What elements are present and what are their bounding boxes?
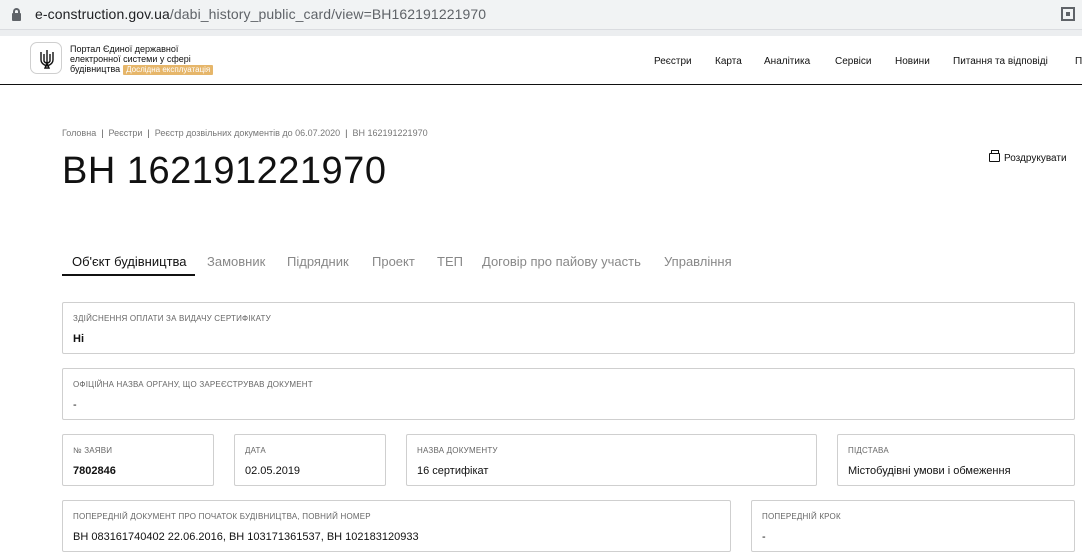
browser-address-bar[interactable]: e-construction.gov.ua/dabi_history_publi… [0,0,1082,30]
nav-news[interactable]: Новини [895,56,930,67]
tab-contractor[interactable]: Підрядник [287,254,349,269]
field-value: 02.05.2019 [245,465,301,477]
field-value: Ні [73,333,84,345]
breadcrumb: Головна | Реєстри | Реєстр дозвільних докуме… [62,128,428,138]
field-application-no: № заяви 7802846 [62,434,214,486]
url-host: e-construction.gov.ua [35,6,170,22]
portal-line2: електронної системи у сфері [70,54,191,64]
field-previous-document: Попередній документ про початок будівниц… [62,500,731,552]
trial-badge: Дослідна експлуатація [123,65,214,75]
field-previous-step: Попередній крок - [751,500,1075,552]
breadcrumb-register[interactable]: Реєстр дозвільних документів до 06.07.20… [155,128,340,138]
active-tab-underline [62,274,195,276]
breadcrumb-registries[interactable]: Реєстри [109,128,143,138]
field-date: Дата 02.05.2019 [234,434,386,486]
breadcrumb-separator: | [147,128,150,138]
field-label: Назва документу [417,446,498,455]
tab-project[interactable]: Проект [372,254,415,269]
breadcrumb-current: ВН 162191221970 [352,128,428,138]
field-value: 7802846 [73,465,116,477]
field-value: Містобудівні умови і обмеження [848,465,1011,477]
breadcrumb-separator: | [101,128,104,138]
field-value: - [762,531,766,543]
field-label: Офіційна назва органу, що зареєстрував д… [73,380,313,389]
tab-tep[interactable]: ТЕП [437,254,463,269]
field-value: ВН 083161740402 22.06.2016, ВН 103171361… [73,531,419,543]
nav-analytics[interactable]: Аналітика [764,56,810,67]
portal-line3: будівництва [70,64,121,74]
nav-registries[interactable]: Реєстри [654,56,692,67]
qr-code-icon[interactable] [1061,7,1075,21]
nav-services[interactable]: Сервіси [835,56,871,67]
field-label: Дата [245,446,266,455]
breadcrumb-separator: | [345,128,348,138]
tab-construction-object[interactable]: Об'єкт будівництва [72,254,187,269]
page-title: ВН 162191221970 [62,150,387,192]
field-label: Попередній крок [762,512,841,521]
tab-management[interactable]: Управління [664,254,732,269]
lock-icon[interactable] [12,8,21,21]
field-label: Підстава [848,446,889,455]
field-value: 16 сертифікат [417,465,489,477]
field-label: Попередній документ про початок будівниц… [73,512,371,521]
field-document-name: Назва документу 16 сертифікат [406,434,817,486]
trident-logo-icon[interactable] [30,42,62,74]
portal-name[interactable]: Портал Єдиної державної електронної сист… [70,44,214,75]
nav-more[interactable]: П [1075,56,1082,67]
field-value: - [73,399,77,411]
print-label: Роздрукувати [1004,153,1067,164]
portal-line1: Портал Єдиної державної [70,44,179,54]
nav-faq[interactable]: Питання та відповіді [953,56,1048,67]
tab-share-agreement[interactable]: Договір про пайову участь [482,254,641,269]
site-header: Портал Єдиної державної електронної сист… [0,36,1082,85]
field-basis: Підстава Містобудівні умови і обмеження [837,434,1075,486]
url-text[interactable]: e-construction.gov.ua/dabi_history_publi… [35,6,486,22]
field-authority: Офіційна назва органу, що зареєстрував д… [62,368,1075,420]
field-payment: Здійснення оплати за видачу сертифікату … [62,302,1075,354]
url-path: /dabi_history_public_card/view=ВН1621912… [169,6,487,22]
printer-icon [989,150,1000,162]
breadcrumb-home[interactable]: Головна [62,128,96,138]
print-button[interactable]: Роздрукувати [989,150,1067,164]
tab-customer[interactable]: Замовник [207,254,265,269]
field-label: Здійснення оплати за видачу сертифікату [73,314,271,323]
field-label: № заяви [73,446,113,455]
nav-map[interactable]: Карта [715,56,742,67]
